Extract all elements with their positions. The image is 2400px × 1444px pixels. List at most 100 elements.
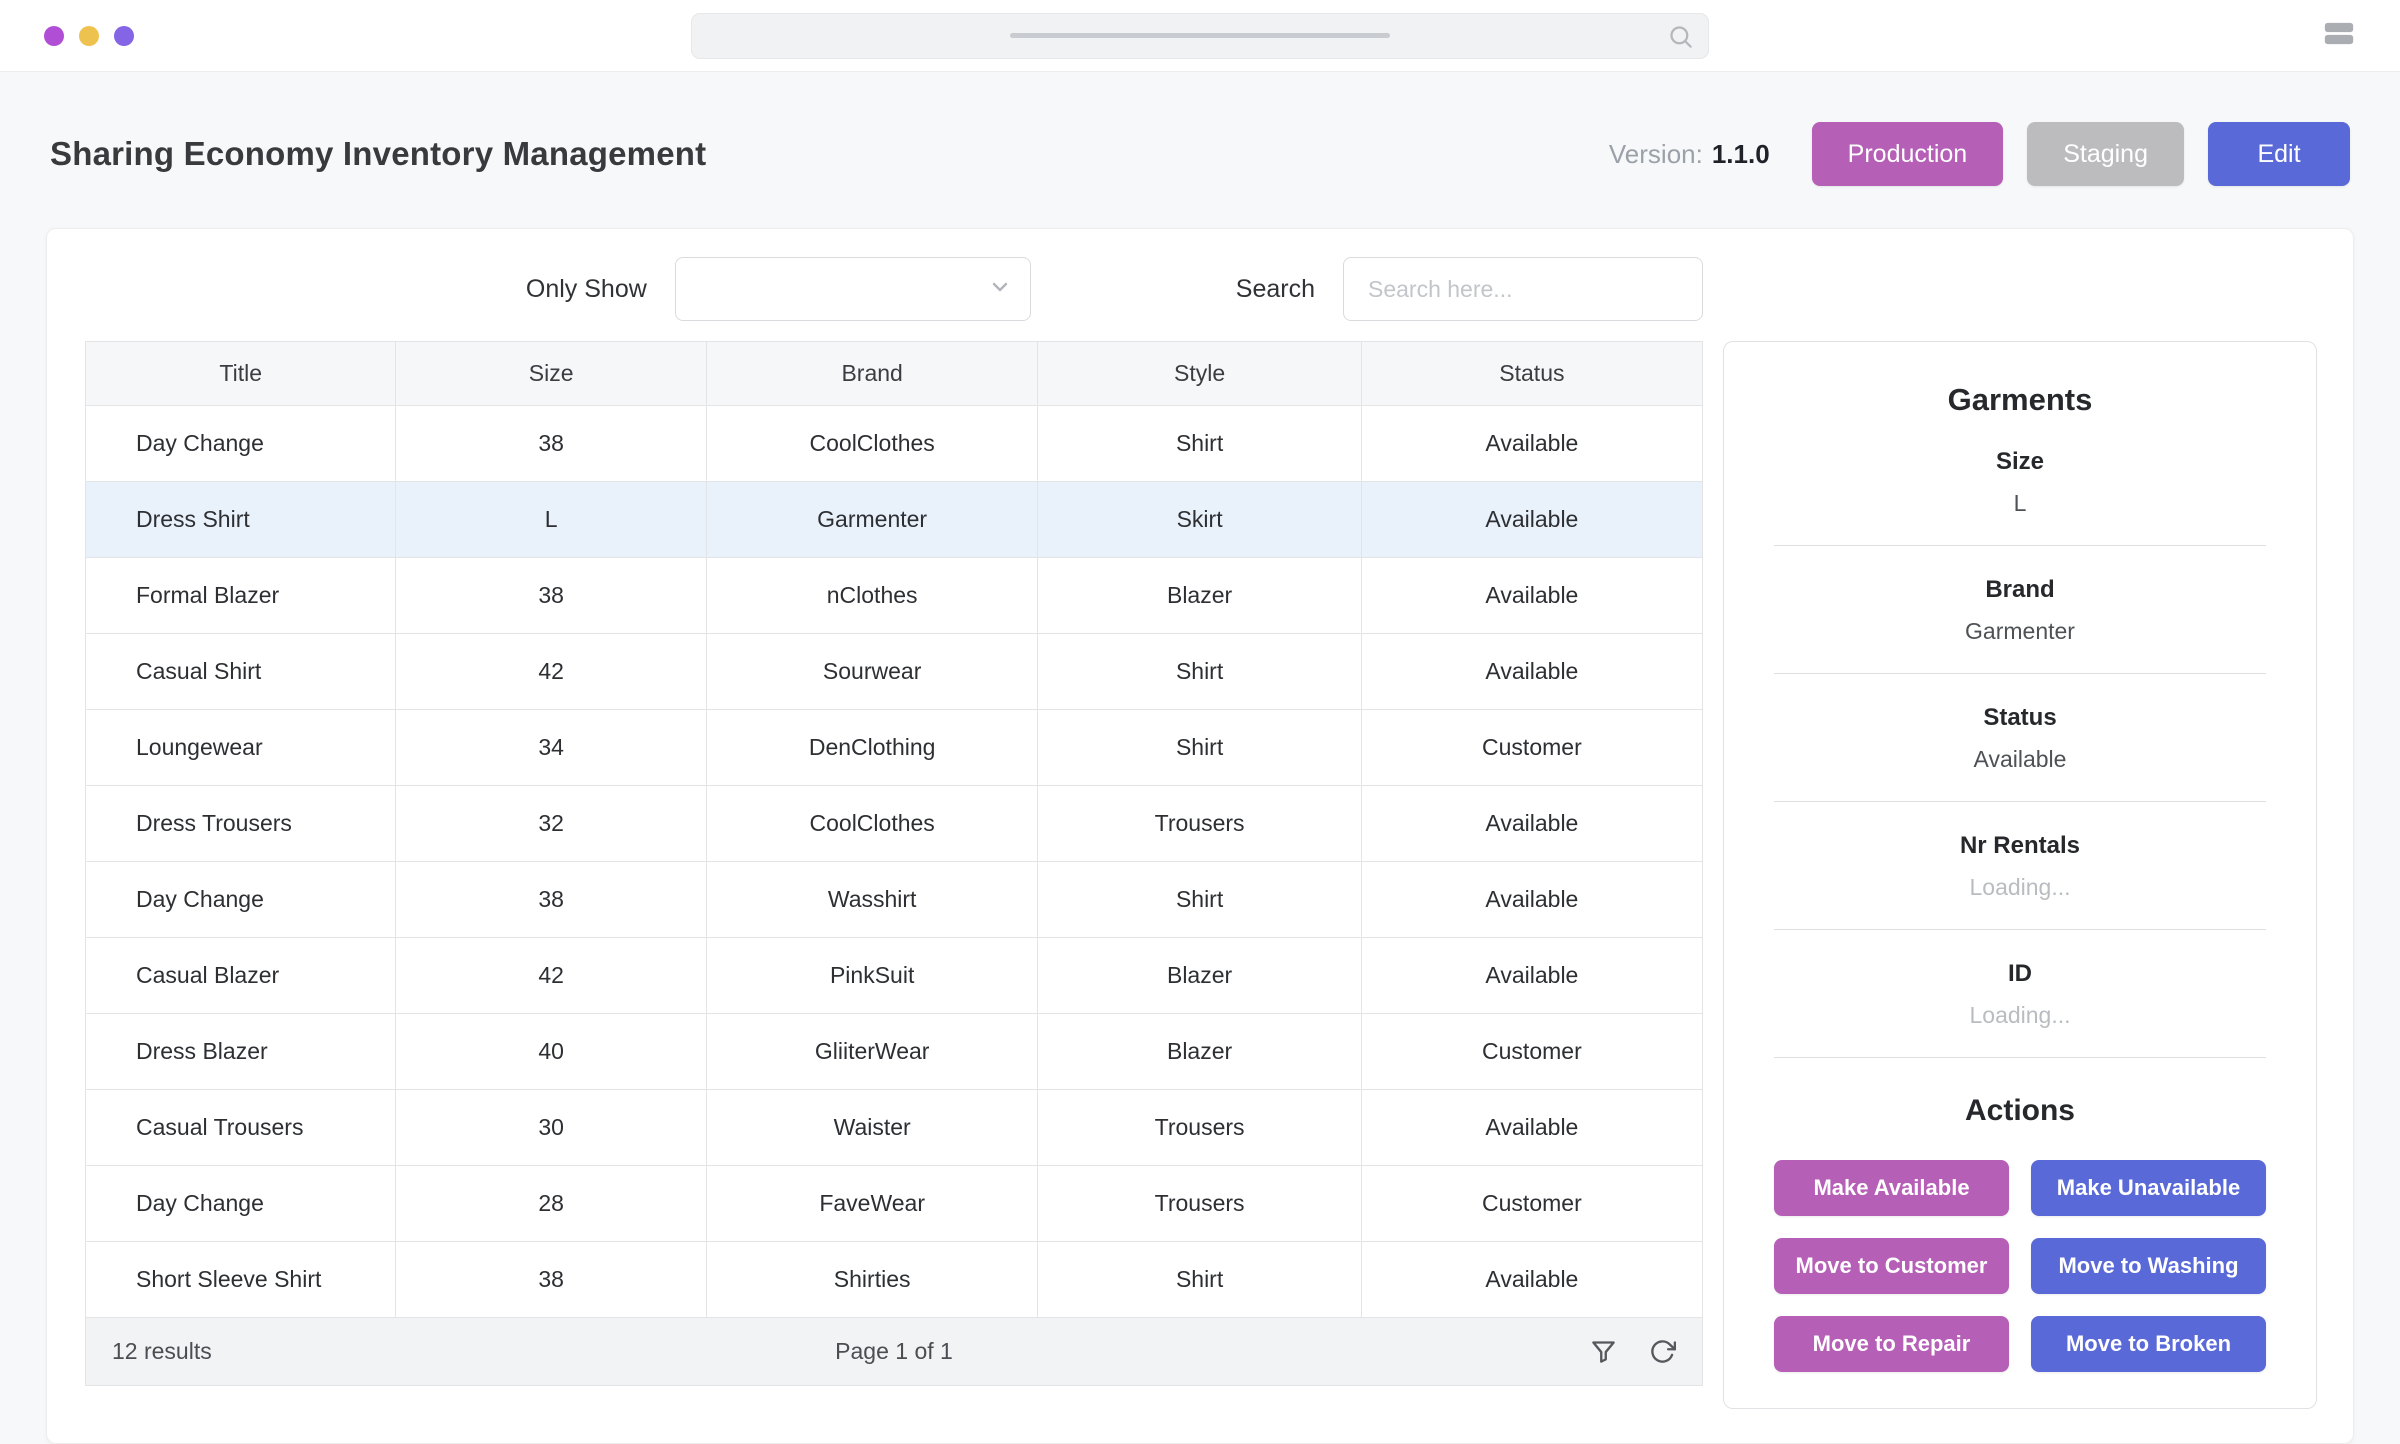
table-cell: 42 (396, 938, 706, 1014)
table-row[interactable]: Day Change28FaveWearTrousersCustomer (86, 1166, 1703, 1242)
table-cell: Blazer (1038, 558, 1361, 634)
table-cell: Available (1361, 406, 1702, 482)
window-control-dot[interactable] (79, 26, 99, 46)
table-cell: Customer (1361, 710, 1702, 786)
version-info: Version: 1.1.0 (1609, 139, 1770, 170)
table-cell: GliiterWear (706, 1014, 1037, 1090)
make-unavailable-button[interactable]: Make Unavailable (2031, 1160, 2266, 1216)
table-cell: 42 (396, 634, 706, 710)
table-row[interactable]: Dress Blazer40GliiterWearBlazerCustomer (86, 1014, 1703, 1090)
pagination-status: Page 1 of 1 (835, 1338, 953, 1365)
version-label: Version: (1609, 139, 1703, 169)
table-cell: Formal Blazer (86, 558, 396, 634)
panel-title: Garments (1774, 382, 2266, 418)
table-cell: Shirt (1038, 634, 1361, 710)
table-cell: Day Change (86, 862, 396, 938)
column-header-style[interactable]: Style (1038, 342, 1361, 406)
table-cell: 28 (396, 1166, 706, 1242)
filter-button[interactable] (1590, 1338, 1617, 1365)
refresh-button[interactable] (1649, 1338, 1676, 1365)
table-body: Day Change38CoolClothesShirtAvailableDre… (86, 406, 1703, 1318)
table-cell: Available (1361, 1090, 1702, 1166)
staging-button[interactable]: Staging (2027, 122, 2184, 186)
table-cell: Dress Blazer (86, 1014, 396, 1090)
table-row[interactable]: Dress ShirtLGarmenterSkirtAvailable (86, 482, 1703, 558)
field-value: Garmenter (1774, 618, 2266, 645)
window-control-dot[interactable] (44, 26, 64, 46)
detail-field-size: SizeL (1774, 448, 2266, 546)
table-cell: Sourwear (706, 634, 1037, 710)
table-cell: Available (1361, 634, 1702, 710)
table-row[interactable]: Casual Shirt42SourwearShirtAvailable (86, 634, 1703, 710)
move-to-washing-button[interactable]: Move to Washing (2031, 1238, 2266, 1294)
field-label: Nr Rentals (1774, 832, 2266, 860)
table-row[interactable]: Day Change38CoolClothesShirtAvailable (86, 406, 1703, 482)
edit-button[interactable]: Edit (2208, 122, 2350, 186)
table-row[interactable]: Loungewear34DenClothingShirtCustomer (86, 710, 1703, 786)
window-control-dot[interactable] (114, 26, 134, 46)
table-cell: nClothes (706, 558, 1037, 634)
table-cell: Available (1361, 1242, 1702, 1318)
column-header-status[interactable]: Status (1361, 342, 1702, 406)
move-to-broken-button[interactable]: Move to Broken (2031, 1316, 2266, 1372)
table-cell: 38 (396, 558, 706, 634)
table-cell: PinkSuit (706, 938, 1037, 1014)
field-label: ID (1774, 960, 2266, 988)
table-cell: Day Change (86, 1166, 396, 1242)
make-available-button[interactable]: Make Available (1774, 1160, 2009, 1216)
table-cell: Available (1361, 558, 1702, 634)
table-row[interactable]: Day Change38WasshirtShirtAvailable (86, 862, 1703, 938)
field-label: Brand (1774, 576, 2266, 604)
only-show-label: Only Show (526, 275, 647, 304)
field-value: Loading... (1774, 1002, 2266, 1029)
table-cell: Blazer (1038, 1014, 1361, 1090)
production-button[interactable]: Production (1812, 122, 2004, 186)
column-header-title[interactable]: Title (86, 342, 396, 406)
table-cell: FaveWear (706, 1166, 1037, 1242)
table-cell: Available (1361, 862, 1702, 938)
actions-grid: Make Available Make Unavailable Move to Cu… (1774, 1160, 2266, 1372)
divider (1774, 929, 2266, 930)
search-input[interactable] (1343, 257, 1703, 321)
table-cell: Shirt (1038, 406, 1361, 482)
table-row[interactable]: Casual Trousers30WaisterTrousersAvailabl… (86, 1090, 1703, 1166)
divider (1774, 801, 2266, 802)
results-count: 12 results (112, 1338, 212, 1365)
table-cell: L (396, 482, 706, 558)
table-cell: Blazer (1038, 938, 1361, 1014)
table-cell: Day Change (86, 406, 396, 482)
table-row[interactable]: Formal Blazer38nClothesBlazerAvailable (86, 558, 1703, 634)
version-value: 1.1.0 (1712, 139, 1770, 169)
traffic-lights (44, 26, 134, 46)
url-placeholder-line (1010, 33, 1390, 38)
search-label: Search (1236, 275, 1315, 304)
table-cell: Available (1361, 786, 1702, 862)
divider (1774, 1057, 2266, 1058)
column-header-brand[interactable]: Brand (706, 342, 1037, 406)
move-to-customer-button[interactable]: Move to Customer (1774, 1238, 2009, 1294)
browser-menu-icon[interactable] (2322, 20, 2356, 52)
table-header-row: TitleSizeBrandStyleStatus (86, 342, 1703, 406)
column-header-size[interactable]: Size (396, 342, 706, 406)
table-row[interactable]: Dress Trousers32CoolClothesTrousersAvail… (86, 786, 1703, 862)
table-cell: Casual Trousers (86, 1090, 396, 1166)
filters-row: Only Show Search (85, 257, 1703, 321)
move-to-repair-button[interactable]: Move to Repair (1774, 1316, 2009, 1372)
table-cell: Casual Shirt (86, 634, 396, 710)
table-cell: Casual Blazer (86, 938, 396, 1014)
table-row[interactable]: Casual Blazer42PinkSuitBlazerAvailable (86, 938, 1703, 1014)
main-card: Only Show Search TitleSizeBrandSt (46, 228, 2354, 1444)
table-cell: Shirt (1038, 1242, 1361, 1318)
table-cell: Trousers (1038, 1166, 1361, 1242)
actions-title: Actions (1774, 1094, 2266, 1128)
table-cell: Shirties (706, 1242, 1037, 1318)
table-footer: 12 results Page 1 of 1 (85, 1318, 1703, 1386)
table-cell: Customer (1361, 1166, 1702, 1242)
address-bar[interactable] (691, 13, 1709, 59)
table-cell: 30 (396, 1090, 706, 1166)
table-cell: Trousers (1038, 786, 1361, 862)
only-show-select[interactable] (675, 257, 1031, 321)
table-cell: 38 (396, 862, 706, 938)
detail-field-nr-rentals: Nr RentalsLoading... (1774, 832, 2266, 930)
table-row[interactable]: Short Sleeve Shirt38ShirtiesShirtAvailab… (86, 1242, 1703, 1318)
